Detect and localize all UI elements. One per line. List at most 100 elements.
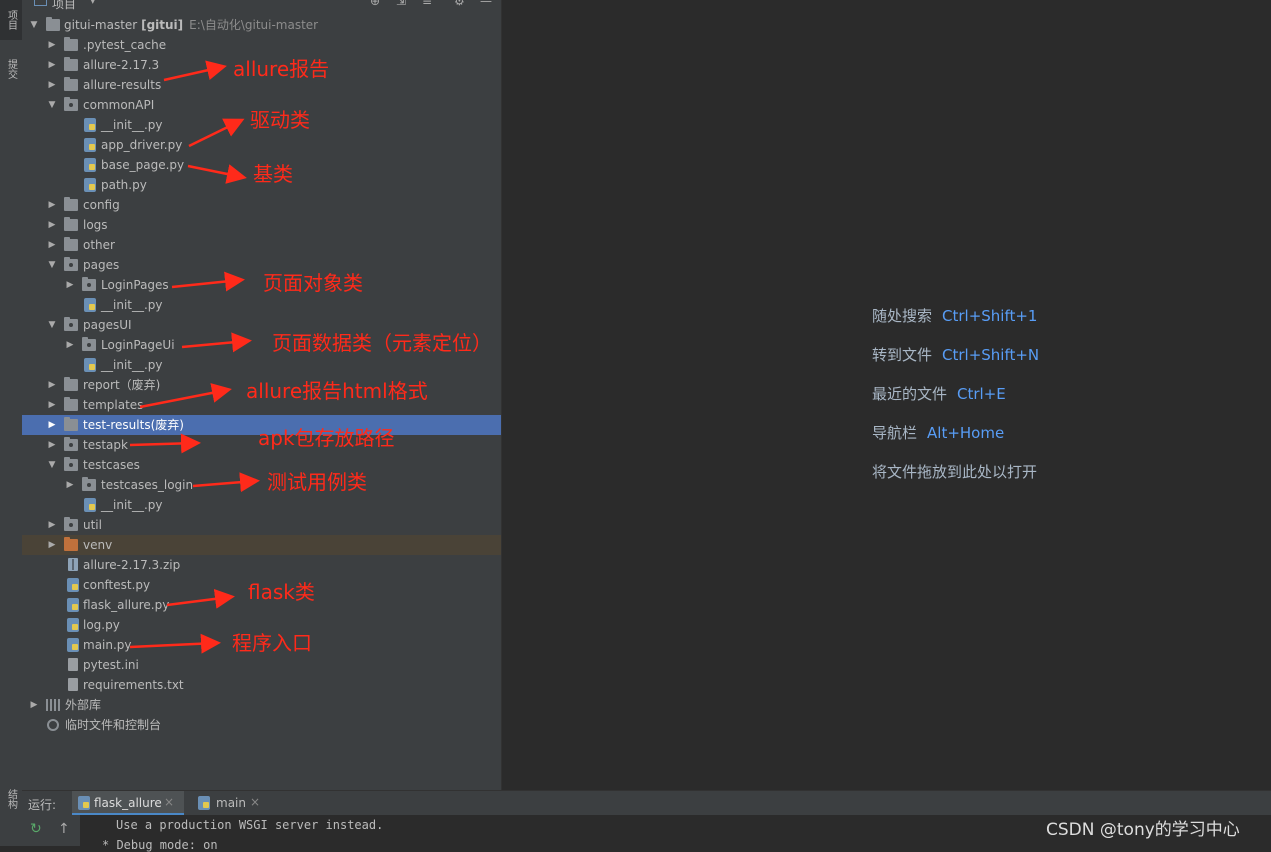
project-view-dropdown-icon[interactable]: ▾ bbox=[90, 0, 96, 7]
annotation-page-data: 页面数据类（元素定位） bbox=[272, 331, 492, 355]
chevron-right-icon[interactable]: ▶ bbox=[46, 435, 58, 455]
tree-item-pages[interactable]: ▼ pages bbox=[22, 255, 501, 275]
tree-item-allure-zip[interactable]: allure-2.17.3.zip bbox=[22, 555, 501, 575]
tree-item-requirements[interactable]: requirements.txt bbox=[22, 675, 501, 695]
tree-item-other[interactable]: ▶ other bbox=[22, 235, 501, 255]
root-module: [gitui] bbox=[141, 18, 184, 32]
excluded-folder-icon bbox=[64, 537, 78, 551]
chevron-right-icon[interactable]: ▶ bbox=[46, 415, 58, 435]
project-view-title[interactable]: 项目 bbox=[52, 0, 76, 12]
tree-item-scratches[interactable]: 临时文件和控制台 bbox=[22, 715, 501, 735]
chevron-down-icon[interactable]: ▼ bbox=[28, 15, 40, 35]
chevron-right-icon[interactable]: ▶ bbox=[46, 395, 58, 415]
folder-icon bbox=[46, 17, 60, 31]
hint-drop-files: 将文件拖放到此处以打开 bbox=[872, 463, 1038, 481]
tree-item-label: requirements.txt bbox=[83, 678, 184, 692]
chevron-right-icon[interactable]: ▶ bbox=[64, 335, 76, 355]
tree-item-label: test-results(废弃) bbox=[83, 418, 184, 432]
project-tool-tab-label: 项目 bbox=[5, 10, 17, 30]
structure-tool-tab[interactable]: 结构 bbox=[0, 776, 22, 822]
text-file-icon bbox=[68, 678, 78, 691]
hint-recent-files: 最近的文件 Ctrl+E bbox=[872, 385, 1006, 403]
editor-area[interactable]: 随处搜索 Ctrl+Shift+1 转到文件 Ctrl+Shift+N 最近的文件 C… bbox=[502, 0, 1271, 790]
chevron-right-icon[interactable]: ▶ bbox=[46, 195, 58, 215]
tree-item-logs[interactable]: ▶ logs bbox=[22, 215, 501, 235]
run-tab-main[interactable]: main × bbox=[192, 791, 264, 816]
package-folder-icon bbox=[64, 257, 78, 271]
tree-item-label: logs bbox=[83, 218, 108, 232]
chevron-right-icon[interactable]: ▶ bbox=[64, 475, 76, 495]
close-icon[interactable]: × bbox=[164, 795, 174, 809]
shortcut-key: Ctrl+Shift+N bbox=[942, 346, 1040, 364]
chevron-down-icon[interactable]: ▼ bbox=[46, 95, 58, 115]
structure-tool-tab-label: 结构 bbox=[5, 789, 17, 809]
tree-item-label: other bbox=[83, 238, 115, 252]
annotation-base: 基类 bbox=[253, 162, 293, 186]
hide-panel-icon[interactable]: — bbox=[480, 0, 492, 8]
collapse-all-icon[interactable]: ≡ bbox=[422, 0, 432, 8]
chevron-right-icon[interactable]: ▶ bbox=[46, 535, 58, 555]
tree-item-label: report（废弃) bbox=[83, 378, 161, 392]
tree-item-label: .pytest_cache bbox=[83, 38, 167, 52]
chevron-right-icon[interactable]: ▶ bbox=[64, 275, 76, 295]
chevron-down-icon[interactable]: ▼ bbox=[46, 455, 58, 475]
commit-tool-tab-label: 提交 bbox=[5, 59, 17, 79]
project-tool-tab[interactable]: 项目 bbox=[0, 0, 22, 40]
folder-icon bbox=[64, 197, 78, 211]
run-console[interactable]: ↻ ↑ Use a production WSGI server instead… bbox=[22, 815, 1271, 852]
scratch-icon bbox=[47, 719, 59, 731]
tree-item-label: testcases bbox=[83, 458, 140, 472]
folder-icon bbox=[64, 377, 78, 391]
tree-item-label: conftest.py bbox=[83, 578, 151, 592]
rerun-icon[interactable]: ↻ bbox=[30, 821, 42, 837]
tree-item-app-driver[interactable]: app_driver.py bbox=[22, 135, 501, 155]
chevron-right-icon[interactable]: ▶ bbox=[46, 75, 58, 95]
chevron-right-icon[interactable]: ▶ bbox=[46, 515, 58, 535]
tree-item-util[interactable]: ▶ util bbox=[22, 515, 501, 535]
locate-file-icon[interactable]: ⊕ bbox=[370, 0, 380, 8]
tree-item-pytest-cache[interactable]: ▶ .pytest_cache bbox=[22, 35, 501, 55]
tree-item-pytest-ini[interactable]: pytest.ini bbox=[22, 655, 501, 675]
folder-icon bbox=[64, 217, 78, 231]
tree-item-loginpages[interactable]: ▶ LoginPages bbox=[22, 275, 501, 295]
gear-icon[interactable]: ⚙ bbox=[454, 0, 465, 8]
run-tab-flask-allure[interactable]: flask_allure × bbox=[72, 791, 184, 816]
tree-item-testcases-login[interactable]: ▶ testcases_login bbox=[22, 475, 501, 495]
chevron-right-icon[interactable]: ▶ bbox=[28, 695, 40, 715]
tree-item-venv[interactable]: ▶ venv bbox=[22, 535, 501, 555]
chevron-right-icon[interactable]: ▶ bbox=[46, 235, 58, 255]
shortcut-key: Ctrl+Shift+1 bbox=[942, 307, 1038, 325]
close-icon[interactable]: × bbox=[250, 795, 260, 809]
chevron-right-icon[interactable]: ▶ bbox=[46, 375, 58, 395]
package-folder-icon bbox=[64, 517, 78, 531]
run-tab-bar: 运行: flask_allure × main × bbox=[22, 790, 1271, 816]
chevron-right-icon[interactable]: ▶ bbox=[46, 35, 58, 55]
tree-item-label: __init__.py bbox=[101, 498, 163, 512]
commit-tool-tab[interactable]: 提交 bbox=[0, 46, 22, 92]
chevron-down-icon[interactable]: ▼ bbox=[46, 315, 58, 335]
tree-item-label: commonAPI bbox=[83, 98, 155, 112]
tree-item-label: venv bbox=[83, 538, 113, 552]
chevron-down-icon[interactable]: ▼ bbox=[46, 255, 58, 275]
chevron-right-icon[interactable]: ▶ bbox=[46, 55, 58, 75]
tree-root[interactable]: ▼ gitui-master [gitui] E:\自动化\gitui-maste… bbox=[22, 15, 501, 35]
python-run-icon bbox=[78, 796, 90, 810]
chevron-right-icon[interactable]: ▶ bbox=[46, 215, 58, 235]
tree-item-label: base_page.py bbox=[101, 158, 185, 172]
tree-item-init-py[interactable]: __init__.py bbox=[22, 495, 501, 515]
run-label: 运行: bbox=[28, 798, 57, 812]
tree-item-testcases[interactable]: ▼ testcases bbox=[22, 455, 501, 475]
folder-icon bbox=[64, 37, 78, 51]
tree-item-label: util bbox=[83, 518, 102, 532]
folder-icon bbox=[64, 397, 78, 411]
arrow-up-icon[interactable]: ↑ bbox=[58, 821, 70, 837]
tree-item-config[interactable]: ▶ config bbox=[22, 195, 501, 215]
tree-item-init-py[interactable]: __init__.py bbox=[22, 295, 501, 315]
tree-item-external-libraries[interactable]: ▶ 外部库 bbox=[22, 695, 501, 715]
tree-item-init-py[interactable]: __init__.py bbox=[22, 355, 501, 375]
expand-all-icon[interactable]: ⇲ bbox=[396, 0, 406, 8]
project-view-icon bbox=[34, 0, 47, 6]
annotation-allure-report: allure报告 bbox=[233, 57, 330, 81]
folder-icon bbox=[64, 77, 78, 91]
shortcut-key: Ctrl+E bbox=[957, 385, 1006, 403]
